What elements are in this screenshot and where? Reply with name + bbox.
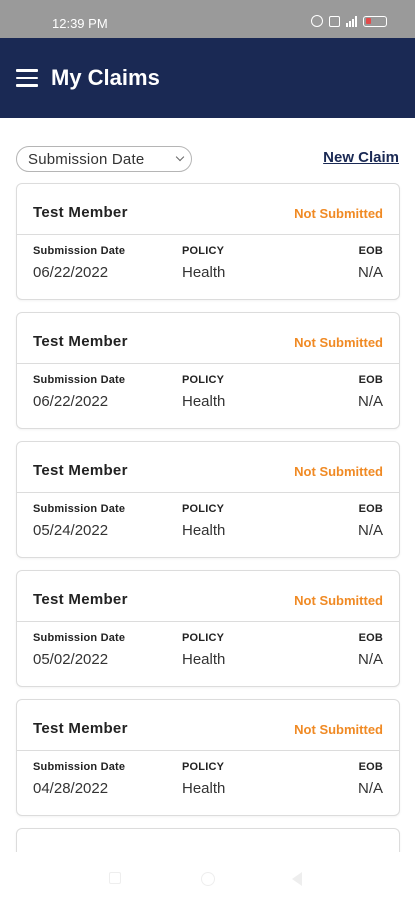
- policy-label: POLICY: [182, 632, 225, 644]
- claim-card[interactable]: Test Member Not Submitted Submission Dat…: [16, 312, 400, 429]
- app-bar: My Claims: [0, 38, 415, 118]
- eob-label: EOB: [358, 632, 383, 644]
- member-name: Test Member: [33, 720, 128, 737]
- battery-icon: [363, 15, 387, 27]
- new-claim-link[interactable]: New Claim: [323, 149, 399, 166]
- submission-date-value: 05/02/2022: [33, 651, 109, 668]
- claim-card-header: Test Member Not Submitted: [17, 184, 399, 235]
- signal-icon: [346, 15, 357, 27]
- status-badge: Not Submitted: [294, 722, 383, 737]
- claim-card-header: Test Member Not Submitted: [17, 313, 399, 364]
- submission-date-label: Submission Date: [33, 761, 126, 773]
- member-name: Test Member: [33, 204, 128, 221]
- policy-label: POLICY: [182, 374, 225, 386]
- sim-icon: [329, 15, 340, 27]
- policy-label: POLICY: [182, 245, 225, 257]
- claims-content[interactable]: Submission Date New Claim Test Member No…: [0, 118, 415, 878]
- status-badge: Not Submitted: [294, 593, 383, 608]
- claim-card[interactable]: Test Member Not Submitted Submission Dat…: [16, 183, 400, 300]
- status-badge: Not Submitted: [294, 335, 383, 350]
- member-name: Test Member: [33, 462, 128, 479]
- eob-label: EOB: [358, 245, 383, 257]
- member-name: Test Member: [33, 591, 128, 608]
- alarm-icon: [311, 15, 323, 27]
- policy-value: Health: [182, 522, 226, 539]
- eob-label: EOB: [358, 503, 383, 515]
- status-bar: 12:39 PM: [0, 0, 415, 38]
- system-nav-bar: [0, 852, 415, 900]
- claim-card[interactable]: Test Member Not Submitted Submission Dat…: [16, 570, 400, 687]
- eob-value: N/A: [357, 264, 383, 281]
- claim-card[interactable]: Test Member Not Submitted Submission Dat…: [16, 699, 400, 816]
- home-icon[interactable]: [201, 872, 215, 886]
- page-title: My Claims: [51, 65, 160, 90]
- submission-date-value: 06/22/2022: [33, 264, 109, 281]
- status-time: 12:39 PM: [52, 16, 108, 31]
- back-icon[interactable]: [292, 872, 302, 886]
- eob-label: EOB: [358, 761, 383, 773]
- policy-value: Health: [182, 264, 226, 281]
- submission-date-value: 05/24/2022: [33, 522, 109, 539]
- chevron-down-icon: [175, 152, 185, 162]
- eob-value: N/A: [357, 780, 383, 797]
- claim-card-header: Test Member Not Submitted: [17, 442, 399, 493]
- eob-value: N/A: [357, 393, 383, 410]
- policy-label: POLICY: [182, 503, 225, 515]
- policy-value: Health: [182, 780, 226, 797]
- claim-card[interactable]: Test Member Not Submitted Submission Dat…: [16, 441, 400, 558]
- eob-value: N/A: [357, 522, 383, 539]
- policy-label: POLICY: [182, 761, 225, 773]
- status-badge: Not Submitted: [294, 206, 383, 221]
- recent-apps-icon[interactable]: [109, 872, 121, 884]
- claim-card-header: Test Member Not Submitted: [17, 700, 399, 751]
- submission-date-label: Submission Date: [33, 374, 126, 386]
- policy-value: Health: [182, 393, 226, 410]
- claims-list: Test Member Not Submitted Submission Dat…: [16, 183, 400, 878]
- sort-select[interactable]: Submission Date: [16, 146, 192, 172]
- policy-value: Health: [182, 651, 226, 668]
- status-icons: [311, 15, 387, 27]
- submission-date-value: 04/28/2022: [33, 780, 109, 797]
- eob-label: EOB: [358, 374, 383, 386]
- status-badge: Not Submitted: [294, 464, 383, 479]
- sort-select-value: Submission Date: [28, 150, 145, 168]
- menu-icon[interactable]: [16, 69, 38, 87]
- claim-card-header: Test Member Not Submitted: [17, 571, 399, 622]
- submission-date-label: Submission Date: [33, 503, 126, 515]
- submission-date-label: Submission Date: [33, 245, 126, 257]
- submission-date-label: Submission Date: [33, 632, 126, 644]
- member-name: Test Member: [33, 333, 128, 350]
- eob-value: N/A: [357, 651, 383, 668]
- submission-date-value: 06/22/2022: [33, 393, 109, 410]
